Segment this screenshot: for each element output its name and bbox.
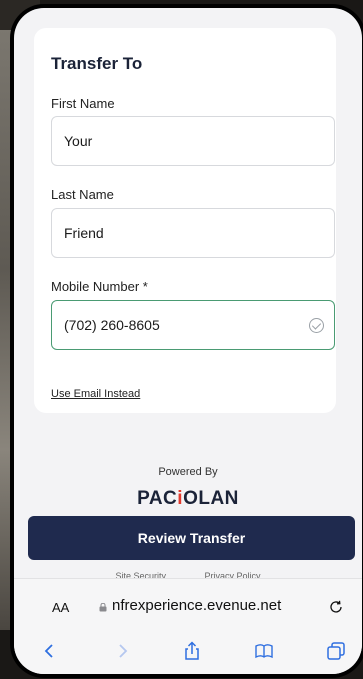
mobile-number-field[interactable]: (702) 260-8605 xyxy=(51,300,335,350)
logo-text-left: PAC xyxy=(137,488,178,509)
text-size-button[interactable]: AA xyxy=(52,600,69,615)
mobile-number-value: (702) 260-8605 xyxy=(64,317,160,333)
first-name-field[interactable]: Your xyxy=(51,116,335,166)
check-circle-icon xyxy=(309,318,324,333)
last-name-field[interactable]: Friend xyxy=(51,208,335,258)
browser-toolbar xyxy=(14,637,362,671)
url-row[interactable]: AA nfrexperience.evenue.net xyxy=(14,587,362,629)
url-text[interactable]: nfrexperience.evenue.net xyxy=(112,597,281,614)
paciolan-logo: PACiOLAN xyxy=(14,488,362,510)
phone-frame: Transfer To First Name Your Last Name Fr… xyxy=(10,4,363,678)
tabs-icon[interactable] xyxy=(326,641,346,661)
back-icon[interactable] xyxy=(40,641,60,661)
screen: Transfer To First Name Your Last Name Fr… xyxy=(14,8,362,674)
review-transfer-button[interactable]: Review Transfer xyxy=(28,516,355,560)
powered-by-text: Powered By xyxy=(158,466,218,478)
transfer-form-card: Transfer To First Name Your Last Name Fr… xyxy=(34,28,336,413)
use-email-link[interactable]: Use Email Instead xyxy=(51,388,140,400)
first-name-value: Your xyxy=(64,133,93,149)
bookmarks-icon[interactable] xyxy=(254,641,274,661)
forward-icon[interactable] xyxy=(112,641,132,661)
first-name-label: First Name xyxy=(51,96,115,111)
last-name-label: Last Name xyxy=(51,187,114,202)
browser-bar: AA nfrexperience.evenue.net xyxy=(14,578,362,674)
lock-icon xyxy=(99,603,107,612)
share-icon[interactable] xyxy=(182,641,202,661)
mobile-number-label: Mobile Number * xyxy=(51,279,148,294)
reload-icon[interactable] xyxy=(328,599,344,615)
last-name-value: Friend xyxy=(64,225,104,241)
logo-text-right: OLAN xyxy=(183,488,239,509)
card-title: Transfer To xyxy=(51,54,143,73)
